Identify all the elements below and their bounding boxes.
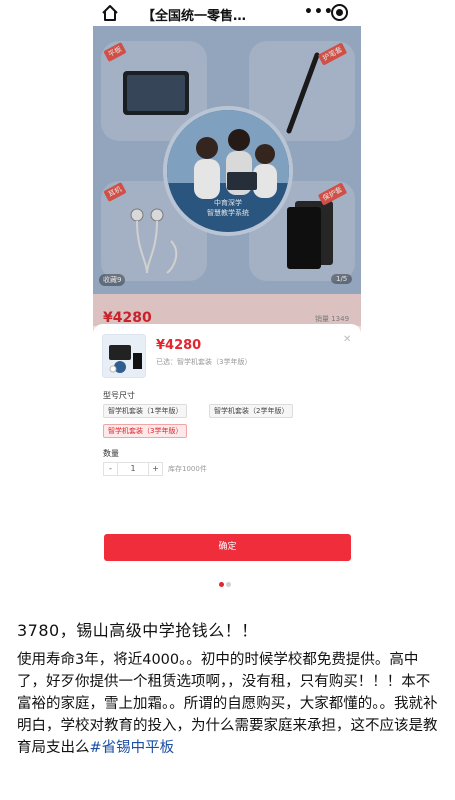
more-icon[interactable]: •••: [304, 4, 334, 20]
carousel-dots: [219, 582, 231, 587]
plus-button[interactable]: +: [148, 463, 162, 475]
variant-option[interactable]: 智学机套装（2学年版）: [209, 404, 294, 418]
post-text: 使用寿命3年，将近4000。。初中的时候学校都免费提供。高中了，好歹你提供一个租…: [17, 652, 438, 756]
minus-button[interactable]: -: [104, 463, 118, 475]
top-bar: 【全国统一零售… •••: [0, 0, 455, 26]
variant-option[interactable]: 智学机套装（1学年版）: [103, 404, 188, 418]
thumbnail-graphic: [109, 345, 142, 373]
spec-label: 型号尺寸: [103, 391, 135, 400]
carousel-dot[interactable]: [226, 582, 231, 587]
home-icon[interactable]: [100, 3, 120, 23]
quantity-input[interactable]: 1: [118, 463, 148, 475]
sku-sheet: ¥4280 已选：智学机套装（3学年版） ✕ 型号尺寸 智学机套装（1学年版） …: [93, 324, 361, 580]
record-icon[interactable]: [331, 4, 348, 21]
product-thumbnail: [102, 334, 146, 378]
variant-option-selected[interactable]: 智学机套装（3学年版）: [103, 424, 188, 438]
page-title: 【全国统一零售…: [142, 9, 247, 24]
confirm-button[interactable]: 确定: [104, 534, 351, 561]
post-body: 使用寿命3年，将近4000。。初中的时候学校都免费提供。高中了，好歹你提供一个租…: [17, 649, 442, 759]
modal-backdrop[interactable]: [93, 26, 361, 326]
post-title: 3780，锡山高级中学抢钱么！！: [17, 621, 258, 640]
stock-count: 库存1000件: [168, 465, 207, 473]
quantity-stepper: - 1 +: [103, 462, 163, 476]
selected-variant: 已选：智学机套装（3学年版）: [156, 358, 252, 366]
carousel-dot[interactable]: [219, 582, 224, 587]
sheet-price: ¥4280: [156, 338, 202, 353]
quantity-label: 数量: [103, 449, 119, 458]
close-icon[interactable]: ✕: [343, 334, 351, 345]
hashtag-link[interactable]: #省锡中平板: [90, 740, 175, 756]
